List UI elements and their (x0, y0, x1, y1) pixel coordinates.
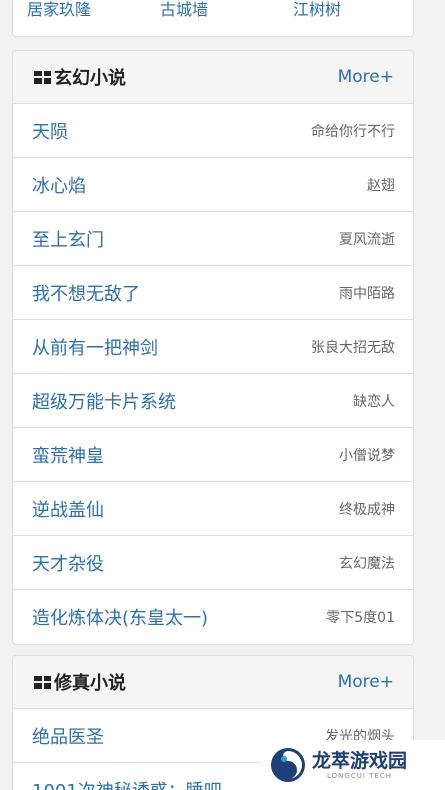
author-name: 终极成神 (339, 501, 395, 518)
list-item: 冰心焰 赵翅 (13, 158, 413, 212)
book-title-link[interactable]: 逆战盖仙 (32, 496, 104, 522)
watermark-name: 龙萃游戏园 (312, 750, 408, 772)
book-title-link[interactable]: 天才杂役 (32, 550, 104, 576)
book-title-link[interactable]: 天陨 (32, 118, 68, 144)
book-title-link[interactable]: 造化炼体决(东皇太一) (32, 604, 208, 630)
book-title-link[interactable]: 蛮荒神皇 (32, 442, 104, 468)
author-name: 缺恋人 (353, 393, 395, 410)
more-link[interactable]: More+ (338, 672, 394, 692)
section-header: 玄幻小说 More+ (13, 51, 413, 104)
author-name: 雨中陌路 (339, 285, 395, 302)
section-xuanhuan: 玄幻小说 More+ 天陨 命给你行不行 冰心焰 赵翅 至上玄门 夏风流逝 我不想无敌… (12, 50, 414, 645)
book-title-link[interactable]: 我不想无敌了 (32, 280, 140, 306)
more-link[interactable]: More+ (338, 67, 394, 87)
grid-icon (34, 70, 51, 84)
section-header: 修真小说 More+ (13, 656, 413, 709)
book-title-link[interactable]: 从前有一把神剑 (32, 334, 158, 360)
section-title: 修真小说 (54, 673, 126, 694)
book-title-link[interactable]: 至上玄门 (32, 226, 104, 252)
author-link[interactable]: 居家玖隆 (27, 0, 91, 20)
grid-icon (34, 675, 51, 689)
list-item: 天才杂役 玄幻魔法 (13, 536, 413, 590)
book-title-link[interactable]: 1001次神秘诱惑：睡吧 (32, 777, 222, 790)
list-item: 天陨 命给你行不行 (13, 104, 413, 158)
watermark-subtitle: LONGCUI TECH (327, 772, 392, 780)
author-name: 夏风流逝 (339, 231, 395, 248)
section-title: 玄幻小说 (54, 68, 126, 89)
author-link[interactable]: 江树树 (293, 0, 341, 20)
list-item: 超级万能卡片系统 缺恋人 (13, 374, 413, 428)
brand-logo-icon (271, 748, 305, 782)
list-item: 蛮荒神皇 小僧说梦 (13, 428, 413, 482)
previous-section-tail: 居家玖隆 古城墙 江树树 (12, 0, 414, 37)
author-link[interactable]: 古城墙 (160, 0, 208, 20)
author-name: 张良大招无敌 (311, 339, 395, 356)
list-item: 我不想无敌了 雨中陌路 (13, 266, 413, 320)
book-title-link[interactable]: 冰心焰 (32, 172, 86, 198)
list-item: 造化炼体决(东皇太一) 零下5度01 (13, 590, 413, 644)
book-title-link[interactable]: 超级万能卡片系统 (32, 388, 176, 414)
list-item: 逆战盖仙 终极成神 (13, 482, 413, 536)
author-name: 玄幻魔法 (339, 555, 395, 572)
author-name: 小僧说梦 (339, 447, 395, 464)
list-item: 至上玄门 夏风流逝 (13, 212, 413, 266)
author-name: 命给你行不行 (311, 123, 395, 140)
list-item: 从前有一把神剑 张良大招无敌 (13, 320, 413, 374)
author-name: 零下5度01 (326, 610, 395, 626)
book-title-link[interactable]: 绝品医圣 (32, 723, 104, 749)
site-watermark: 龙萃游戏园 LONGCUI TECH (260, 740, 445, 790)
author-name: 赵翅 (367, 177, 395, 194)
